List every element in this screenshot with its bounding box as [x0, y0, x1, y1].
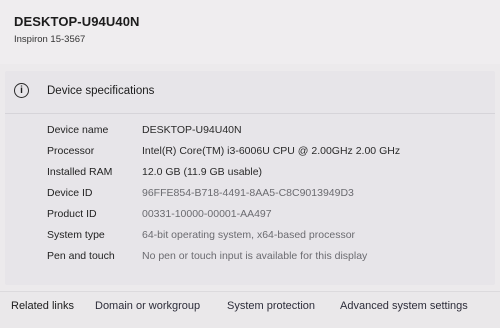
spec-label: Pen and touch	[47, 250, 115, 262]
spec-value[interactable]: 00331-10000-00001-AA497	[142, 208, 272, 220]
device-model: Inspiron 15-3567	[14, 34, 86, 45]
device-header: DESKTOP-U94U40N Inspiron 15-3567	[0, 0, 500, 64]
spec-row-system-type: System type 64-bit operating system, x64…	[5, 226, 485, 246]
spec-row-processor: Processor Intel(R) Core(TM) i3-6006U CPU…	[5, 142, 485, 162]
spec-label: System type	[47, 229, 105, 241]
related-links-title: Related links	[11, 300, 74, 312]
spec-value[interactable]: DESKTOP-U94U40N	[142, 124, 242, 136]
spec-label: Processor	[47, 145, 95, 157]
section-title: Device specifications	[47, 85, 155, 97]
spec-value[interactable]: No pen or touch input is available for t…	[142, 250, 367, 262]
spec-row-device-name: Device name DESKTOP-U94U40N	[5, 121, 485, 141]
spec-label: Product ID	[47, 208, 97, 220]
spec-value[interactable]: 96FFE854-B718-4491-8AA5-C8C9013949D3	[142, 187, 354, 199]
spec-row-pen-and-touch: Pen and touch No pen or touch input is a…	[5, 247, 485, 267]
spec-row-device-id: Device ID 96FFE854-B718-4491-8AA5-C8C901…	[5, 184, 485, 204]
device-specifications-header[interactable]: i Device specifications	[5, 71, 495, 114]
spec-value[interactable]: 64-bit operating system, x64-based proce…	[142, 229, 355, 241]
spec-row-product-id: Product ID 00331-10000-00001-AA497	[5, 205, 485, 225]
domain-or-workgroup-link[interactable]: Domain or workgroup	[95, 300, 200, 312]
info-icon: i	[14, 83, 29, 98]
spec-value[interactable]: 12.0 GB (11.9 GB usable)	[142, 166, 262, 178]
advanced-system-settings-link[interactable]: Advanced system settings	[340, 300, 468, 312]
device-name-title: DESKTOP-U94U40N	[14, 14, 140, 29]
system-protection-link[interactable]: System protection	[227, 300, 315, 312]
spec-label: Device name	[47, 124, 109, 136]
spec-label: Device ID	[47, 187, 93, 199]
spec-label: Installed RAM	[47, 166, 113, 178]
device-specifications-card: i Device specifications Device name DESK…	[5, 71, 495, 285]
spec-value[interactable]: Intel(R) Core(TM) i3-6006U CPU @ 2.00GHz…	[142, 145, 400, 157]
spec-row-installed-ram: Installed RAM 12.0 GB (11.9 GB usable)	[5, 163, 485, 183]
related-links-bar: Related links Domain or workgroup System…	[0, 291, 500, 328]
